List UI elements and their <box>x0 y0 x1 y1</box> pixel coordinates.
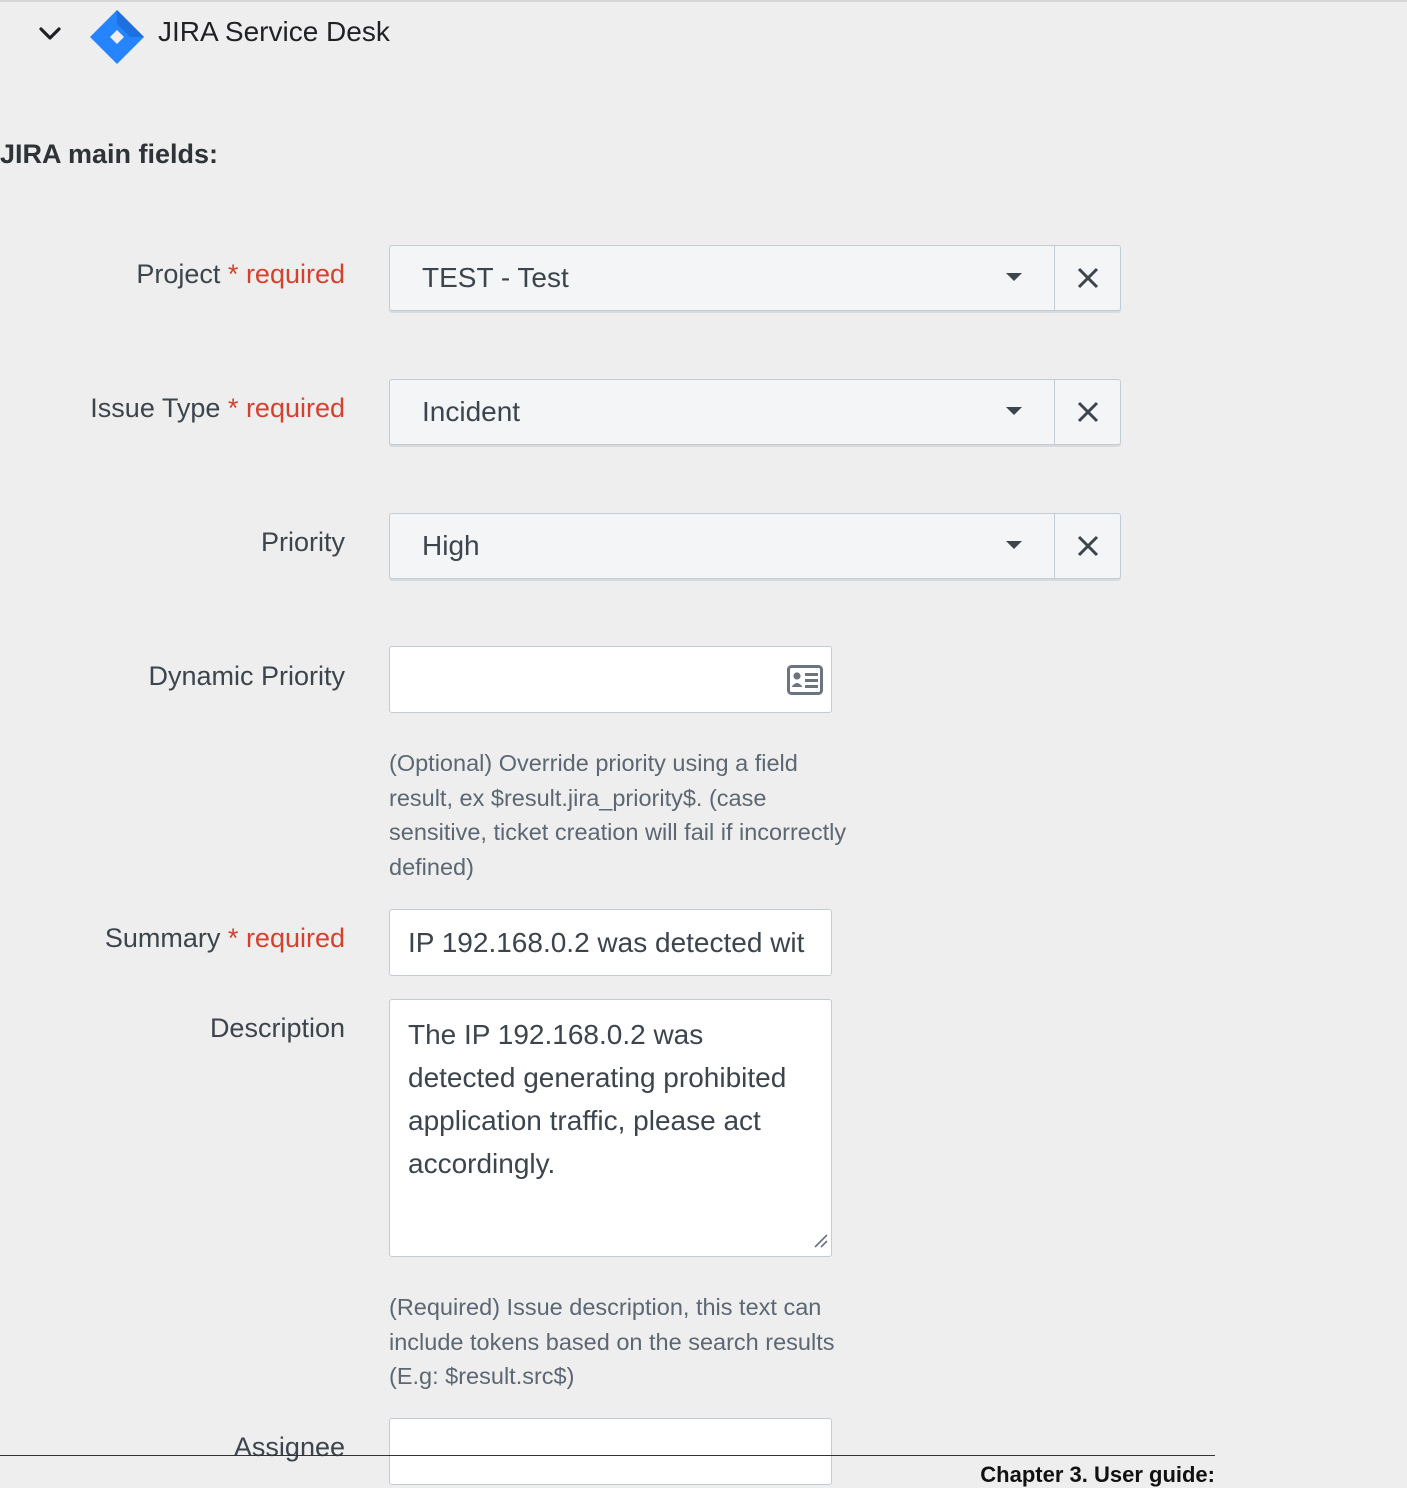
footer-divider <box>0 1455 1215 1456</box>
required-star: * <box>227 393 239 423</box>
project-label: Project * required <box>136 259 345 290</box>
main-fields-heading: JIRA main fields: <box>0 139 219 169</box>
description-help: (Required) Issue description, this text … <box>389 1294 835 1389</box>
project-clear-button[interactable] <box>1054 246 1121 310</box>
dynamic-priority-input[interactable] <box>389 646 832 713</box>
summary-input[interactable]: IP 192.168.0.2 was detected wit <box>389 909 832 976</box>
priority-label: Priority <box>260 527 345 557</box>
chevron-down-icon[interactable] <box>36 22 64 46</box>
caret-down-icon[interactable] <box>1006 273 1022 281</box>
issue-type-label: Issue Type * required <box>90 393 345 424</box>
priority-select[interactable]: High <box>389 513 1121 579</box>
close-icon <box>1077 401 1099 423</box>
caret-down-icon[interactable] <box>1006 541 1022 549</box>
required-text: required <box>245 923 345 953</box>
caret-down-icon[interactable] <box>1006 407 1022 415</box>
description-textarea[interactable]: The IP 192.168.0.2 was detected generati… <box>389 999 832 1257</box>
project-label-text: Project <box>136 259 221 289</box>
assignee-label: Assignee <box>233 1432 345 1462</box>
section-title: JIRA Service Desk <box>158 16 390 47</box>
priority-clear-button[interactable] <box>1054 514 1121 578</box>
required-text: required <box>245 259 345 289</box>
id-card-icon[interactable] <box>787 665 823 700</box>
summary-label-text: Summary <box>104 923 221 953</box>
close-icon <box>1077 535 1099 557</box>
resize-handle-icon[interactable] <box>812 1232 828 1253</box>
issue-type-clear-button[interactable] <box>1054 380 1121 444</box>
issue-type-label-text: Issue Type <box>90 393 221 423</box>
dynamic-priority-help: (Optional) Override priority using a fie… <box>389 750 847 880</box>
assignee-input[interactable] <box>389 1418 832 1485</box>
required-text: required <box>245 393 345 423</box>
required-star: * <box>227 923 239 953</box>
dynamic-priority-label: Dynamic Priority <box>148 661 345 691</box>
close-icon <box>1077 267 1099 289</box>
priority-select-value: High <box>422 530 480 561</box>
description-label: Description <box>209 1013 345 1043</box>
summary-value: IP 192.168.0.2 was detected wit <box>408 927 805 958</box>
chapter-footer: Chapter 3. User guide: <box>980 1462 1215 1487</box>
project-select-value: TEST - Test <box>422 262 569 293</box>
summary-label: Summary * required <box>105 923 345 954</box>
project-select[interactable]: TEST - Test <box>389 245 1121 311</box>
description-value: The IP 192.168.0.2 was detected generati… <box>408 1019 787 1179</box>
jira-logo-icon <box>90 10 144 64</box>
issue-type-select-value: Incident <box>422 396 521 427</box>
section-header: JIRA Service Desk <box>0 0 600 70</box>
required-star: * <box>227 259 239 289</box>
issue-type-select[interactable]: Incident <box>389 379 1121 445</box>
